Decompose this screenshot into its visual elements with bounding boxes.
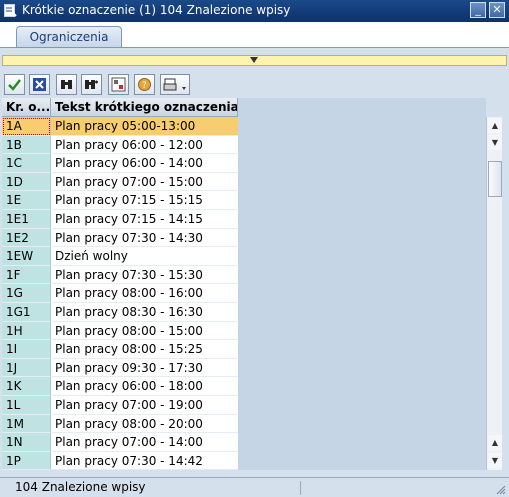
collapse-restrictions-bar[interactable]	[2, 55, 507, 66]
table-row[interactable]: 1B Plan pracy 06:00 - 12:00	[2, 135, 238, 155]
find-next-button[interactable]	[81, 74, 102, 95]
table-row[interactable]: 1I Plan pracy 08:00 - 15:25	[2, 340, 238, 359]
window-icon	[4, 4, 17, 17]
cell-key[interactable]: 1E2	[2, 228, 51, 248]
cell-key[interactable]: 1P	[2, 451, 51, 470]
cell-text[interactable]: Plan pracy 07:30 - 14:42	[51, 451, 238, 470]
cell-text[interactable]: Plan pracy 08:00 - 20:00	[51, 414, 238, 434]
cell-key[interactable]: 1K	[2, 377, 51, 396]
table-row[interactable]: 1M Plan pracy 08:00 - 20:00	[2, 414, 238, 434]
find-button[interactable]	[56, 74, 77, 95]
cell-key[interactable]: 1E1	[2, 209, 51, 229]
window-title: Krótkie oznaczenie (1) 104 Znalezione wp…	[22, 3, 291, 17]
cell-key[interactable]: 1M	[2, 414, 51, 434]
cell-key[interactable]: 1EW	[2, 247, 51, 266]
vertical-scrollbar[interactable]: ▲ ▼ ▲ ▼	[486, 117, 502, 470]
filter-button[interactable]	[108, 74, 129, 95]
cell-text[interactable]: Plan pracy 06:00 - 12:00	[51, 135, 238, 155]
status-bar: 104 Znalezione wpisy	[0, 477, 509, 497]
table-row[interactable]: 1F Plan pracy 07:30 - 15:30	[2, 265, 238, 285]
cell-text[interactable]: Plan pracy 06:00 - 14:00	[51, 154, 238, 173]
cell-text[interactable]: Plan pracy 07:00 - 19:00	[51, 395, 238, 415]
scroll-up-icon[interactable]: ▼	[488, 135, 502, 150]
cell-key[interactable]: 1N	[2, 433, 51, 452]
cell-key[interactable]: 1I	[2, 340, 51, 359]
cell-key[interactable]: 1D	[2, 172, 51, 192]
collapse-arrow-icon	[250, 57, 258, 63]
table-row[interactable]: 1L Plan pracy 07:00 - 19:00	[2, 395, 238, 415]
help-button[interactable]: ?	[134, 74, 155, 95]
column-header-text[interactable]: Tekst krótkiego oznaczenia	[51, 98, 238, 117]
table-row[interactable]: 1J Plan pracy 09:30 - 17:30	[2, 358, 238, 378]
table-row[interactable]: 1G1 Plan pracy 08:30 - 16:30	[2, 302, 238, 322]
cell-key[interactable]: 1G1	[2, 302, 51, 322]
find-next-icon	[85, 80, 98, 89]
scroll-down-icon[interactable]: ▲	[488, 435, 502, 450]
cancel-button[interactable]	[29, 74, 50, 95]
table-row[interactable]: 1N Plan pracy 07:00 - 14:00	[2, 433, 238, 452]
tab-divider	[0, 47, 509, 48]
checkmark-icon	[8, 79, 21, 91]
cell-text[interactable]: Plan pracy 07:15 - 15:15	[51, 191, 238, 210]
cell-key[interactable]: 1F	[2, 265, 51, 285]
cell-text[interactable]: Plan pracy 08:00 - 16:00	[51, 284, 238, 303]
cell-text[interactable]: Plan pracy 07:30 - 14:30	[51, 228, 238, 248]
table-row[interactable]: 1E1 Plan pracy 07:15 - 14:15	[2, 209, 238, 229]
cell-key[interactable]: 1C	[2, 154, 51, 173]
cell-text[interactable]: Plan pracy 07:00 - 15:00	[51, 172, 238, 192]
title-bar: Krótkie oznaczenie (1) 104 Znalezione wp…	[0, 0, 509, 22]
scroll-top-icon[interactable]: ▲	[488, 118, 502, 133]
column-header-key[interactable]: Kr. o...	[2, 98, 51, 117]
table-row[interactable]: 1C Plan pracy 06:00 - 14:00	[2, 154, 238, 173]
close-button[interactable]: ✕	[489, 2, 505, 18]
cell-text[interactable]: Plan pracy 08:00 - 15:00	[51, 321, 238, 341]
cell-key[interactable]: 1E	[2, 191, 51, 210]
table-row[interactable]: 1EW Dzień wolny	[2, 247, 238, 266]
table-row[interactable]: 1E2 Plan pracy 07:30 - 14:30	[2, 228, 238, 248]
table-row[interactable]: 1P Plan pracy 07:30 - 14:42	[2, 451, 238, 470]
cell-text[interactable]: Plan pracy 07:15 - 14:15	[51, 209, 238, 229]
cell-text[interactable]: Plan pracy 09:30 - 17:30	[51, 358, 238, 378]
status-message: 104 Znalezione wpisy	[15, 480, 146, 494]
cell-text[interactable]: Plan pracy 05:00-13:00	[51, 117, 238, 136]
tab-strip: Ograniczenia	[0, 22, 509, 48]
table-row[interactable]: 1H Plan pracy 08:00 - 15:00	[2, 321, 238, 341]
print-icon	[163, 78, 186, 91]
table-row[interactable]: 1E Plan pracy 07:15 - 15:15	[2, 191, 238, 210]
tab-ograniczenia[interactable]: Ograniczenia	[16, 26, 122, 47]
table-row[interactable]: 1A Plan pracy 05:00-13:00	[2, 117, 238, 136]
status-divider	[300, 481, 301, 495]
table-row[interactable]: 1D Plan pracy 07:00 - 15:00	[2, 172, 238, 192]
cancel-icon	[33, 78, 46, 91]
find-icon	[61, 80, 72, 89]
scroll-bottom-icon[interactable]: ▼	[488, 453, 502, 468]
toolbar: ?	[0, 71, 509, 97]
scroll-thumb[interactable]	[488, 161, 502, 197]
results-table: Kr. o... Tekst krótkiego oznaczenia 1A Pl…	[2, 98, 486, 470]
cell-key[interactable]: 1H	[2, 321, 51, 341]
cell-text[interactable]: Plan pracy 06:00 - 18:00	[51, 377, 238, 396]
table-body: 1A Plan pracy 05:00-13:00 1B Plan pracy 06:…	[2, 117, 238, 470]
cell-key[interactable]: 1B	[2, 135, 51, 155]
help-icon: ?	[138, 78, 151, 91]
resize-grip-icon[interactable]	[494, 483, 506, 495]
cell-text[interactable]: Plan pracy 08:00 - 15:25	[51, 340, 238, 359]
confirm-button[interactable]	[4, 74, 25, 95]
cell-key[interactable]: 1G	[2, 284, 51, 303]
cell-key[interactable]: 1A	[2, 117, 51, 136]
table-row[interactable]: 1K Plan pracy 06:00 - 18:00	[2, 377, 238, 396]
cell-key[interactable]: 1L	[2, 395, 51, 415]
table-row[interactable]: 1G Plan pracy 08:00 - 16:00	[2, 284, 238, 303]
minimize-button[interactable]: _	[470, 2, 486, 18]
cell-text[interactable]: Plan pracy 08:30 - 16:30	[51, 302, 238, 322]
cell-key[interactable]: 1J	[2, 358, 51, 378]
svg-text:?: ?	[142, 81, 147, 91]
filter-icon	[111, 77, 126, 92]
cell-text[interactable]: Plan pracy 07:30 - 15:30	[51, 265, 238, 285]
cell-text[interactable]: Plan pracy 07:00 - 14:00	[51, 433, 238, 452]
print-button[interactable]	[160, 74, 190, 95]
cell-text[interactable]: Dzień wolny	[51, 247, 238, 266]
